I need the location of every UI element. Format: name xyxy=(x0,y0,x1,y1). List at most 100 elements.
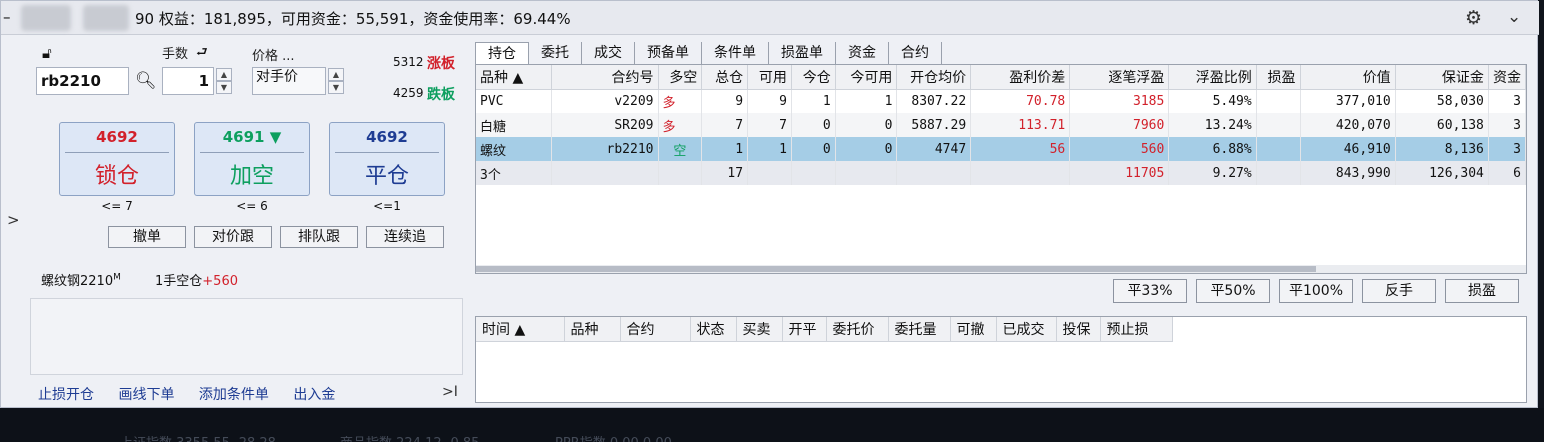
divider xyxy=(200,152,304,153)
continuous-chase-button[interactable]: 连续追 xyxy=(366,226,444,248)
lots-up-icon[interactable]: ▲ xyxy=(216,68,232,81)
column-header[interactable]: 投保 xyxy=(1056,317,1101,342)
follow-counter-button[interactable]: 对价跟 xyxy=(194,226,272,248)
scrollbar-thumb[interactable] xyxy=(476,266,1316,272)
column-header[interactable]: 委托量 xyxy=(888,317,951,342)
column-header[interactable]: 委托价 xyxy=(826,317,889,342)
table-cell: 56 xyxy=(970,137,1071,161)
column-header[interactable]: 品种 ▲ xyxy=(476,65,552,90)
chevron-down-icon[interactable]: ⌄ xyxy=(1507,7,1521,27)
close-position-button[interactable]: 4692 平仓 xyxy=(329,122,445,196)
add-short-button[interactable]: 4691 ▼ 加空 xyxy=(194,122,310,196)
search-icon[interactable]: 🔍︎ xyxy=(135,71,157,91)
collapse-icon[interactable]: >I xyxy=(442,384,458,400)
limit-up-value: 5312 xyxy=(393,55,424,69)
column-header[interactable]: 开仓均价 xyxy=(896,65,972,90)
menu-dash[interactable]: – xyxy=(3,8,11,26)
position-status: 螺纹钢2210M 1手空仓+560 xyxy=(41,272,238,289)
table-row[interactable]: 白糖 SR209 多 7 7 0 0 5887.29 113.71 7960 13.24% 420,0… xyxy=(476,113,1526,137)
column-header[interactable]: 价值 xyxy=(1300,65,1396,90)
column-header[interactable]: 今可用 xyxy=(835,65,898,90)
tab-3[interactable]: 预备单 xyxy=(635,42,702,64)
column-header[interactable]: 已成交 xyxy=(996,317,1057,342)
table-cell: 13.24% xyxy=(1168,113,1257,137)
table-cell xyxy=(1256,89,1301,113)
toggle-icon[interactable]: ⮐ xyxy=(196,43,208,65)
close-100-button[interactable]: 平100% xyxy=(1279,279,1353,303)
column-header[interactable]: 买卖 xyxy=(736,317,783,342)
table-cell xyxy=(1256,161,1301,185)
gear-icon[interactable]: ⚙ xyxy=(1465,7,1482,29)
column-header[interactable]: 合约号 xyxy=(551,65,659,90)
column-header[interactable]: 合约 xyxy=(620,317,691,342)
lock-position-button[interactable]: 4692 锁仓 xyxy=(59,122,175,196)
table-row[interactable]: 螺纹 rb2210 空 1 1 0 0 4747 56 560 6.88% 46,910 8,136 3 xyxy=(476,137,1526,161)
column-header[interactable]: 盈利价差 xyxy=(970,65,1071,90)
lots-input[interactable]: 1 xyxy=(162,67,214,95)
column-header[interactable]: 保证金 xyxy=(1395,65,1489,90)
column-header[interactable]: 可用 xyxy=(747,65,792,90)
stop-profit-button[interactable]: 损盈 xyxy=(1445,279,1519,303)
column-header[interactable]: 开平 xyxy=(782,317,827,342)
column-header[interactable]: 多空 xyxy=(658,65,703,90)
table-cell: 6 xyxy=(1488,161,1526,185)
cancel-order-button[interactable]: 撤单 xyxy=(108,226,186,248)
table-cell: 多 xyxy=(658,89,703,113)
table-cell: 560 xyxy=(1069,137,1170,161)
transfer-funds-link[interactable]: 出入金 xyxy=(293,387,335,403)
table-cell: 1 xyxy=(791,89,836,113)
table-cell: 17 xyxy=(701,161,749,185)
horizontal-scrollbar[interactable] xyxy=(476,265,1526,273)
price-down-icon[interactable]: ▼ xyxy=(328,81,344,94)
summary-row[interactable]: 3个 17 11705 9.27% 843,990 126,304 6 xyxy=(476,161,1526,185)
column-header[interactable]: 品种 xyxy=(564,317,621,342)
stop-loss-open-link[interactable]: 止损开仓 xyxy=(38,387,94,403)
close-33-button[interactable]: 平33% xyxy=(1113,279,1187,303)
follow-queue-button[interactable]: 排队跟 xyxy=(280,226,358,248)
column-header[interactable]: 状态 xyxy=(690,317,737,342)
column-header[interactable]: 浮盈比例 xyxy=(1168,65,1257,90)
reverse-button[interactable]: 反手 xyxy=(1362,279,1436,303)
line-order-link[interactable]: 画线下单 xyxy=(118,387,174,403)
column-header[interactable]: 预止损 xyxy=(1100,317,1173,342)
table-cell xyxy=(791,161,836,185)
table-row[interactable]: PVC v2209 多 9 9 1 1 8307.22 70.78 3185 5.49% 377,01… xyxy=(476,89,1526,113)
tab-2[interactable]: 成交 xyxy=(582,42,635,64)
tab-4[interactable]: 条件单 xyxy=(702,42,769,64)
orders-panel: 时间 ▲ 品种 合约 状态 买卖 开平 委托价 委托量 可撤 已成交 投保 预止损 xyxy=(475,316,1527,403)
contract-input[interactable]: rb2210 xyxy=(36,67,129,95)
column-header[interactable]: 总仓 xyxy=(701,65,749,90)
tab-5[interactable]: 损盈单 xyxy=(769,42,836,64)
lock-label: 锁仓 xyxy=(94,164,139,189)
table-cell: 60,138 xyxy=(1395,113,1489,137)
quote-text: PPR指数 0.00 0.00 xyxy=(555,432,672,442)
column-header[interactable]: 可撤 xyxy=(950,317,997,342)
table-cell xyxy=(835,161,898,185)
account-summary: 90 权益：181,895，可用资金：55,591，资金使用率：69.44% xyxy=(135,10,571,28)
column-header[interactable]: 损盈 xyxy=(1256,65,1301,90)
background-quote-strip: 上证指数 3355.55 -28.28 商品指数 224.12 -0.85 PP… xyxy=(0,408,1544,442)
price-type-select[interactable]: 对手价 xyxy=(252,67,326,95)
tab-0[interactable]: 持仓 xyxy=(475,42,529,64)
price-up-icon[interactable]: ▲ xyxy=(328,68,344,81)
column-header[interactable]: 资金 xyxy=(1488,65,1526,90)
table-cell: 4747 xyxy=(896,137,972,161)
table-cell xyxy=(1256,137,1301,161)
table-cell: 843,990 xyxy=(1300,161,1396,185)
column-header[interactable]: 逐笔浮盈 xyxy=(1069,65,1170,90)
table-cell: 7 xyxy=(701,113,749,137)
add-condition-link[interactable]: 添加条件单 xyxy=(199,387,269,403)
lots-down-icon[interactable]: ▼ xyxy=(216,81,232,94)
table-cell: 1 xyxy=(701,137,749,161)
column-header[interactable]: 时间 ▲ xyxy=(476,317,565,342)
expand-arrow-icon[interactable]: > xyxy=(7,211,20,229)
table-cell: 3 xyxy=(1488,137,1526,161)
column-header[interactable]: 今仓 xyxy=(791,65,836,90)
table-cell: 126,304 xyxy=(1395,161,1489,185)
tab-6[interactable]: 资金 xyxy=(836,42,889,64)
tab-7[interactable]: 合约 xyxy=(889,42,942,64)
unlock-icon[interactable]: 🔓︎ xyxy=(42,44,52,62)
tab-1[interactable]: 委托 xyxy=(529,42,582,64)
table-cell: 5.49% xyxy=(1168,89,1257,113)
close-50-button[interactable]: 平50% xyxy=(1196,279,1270,303)
